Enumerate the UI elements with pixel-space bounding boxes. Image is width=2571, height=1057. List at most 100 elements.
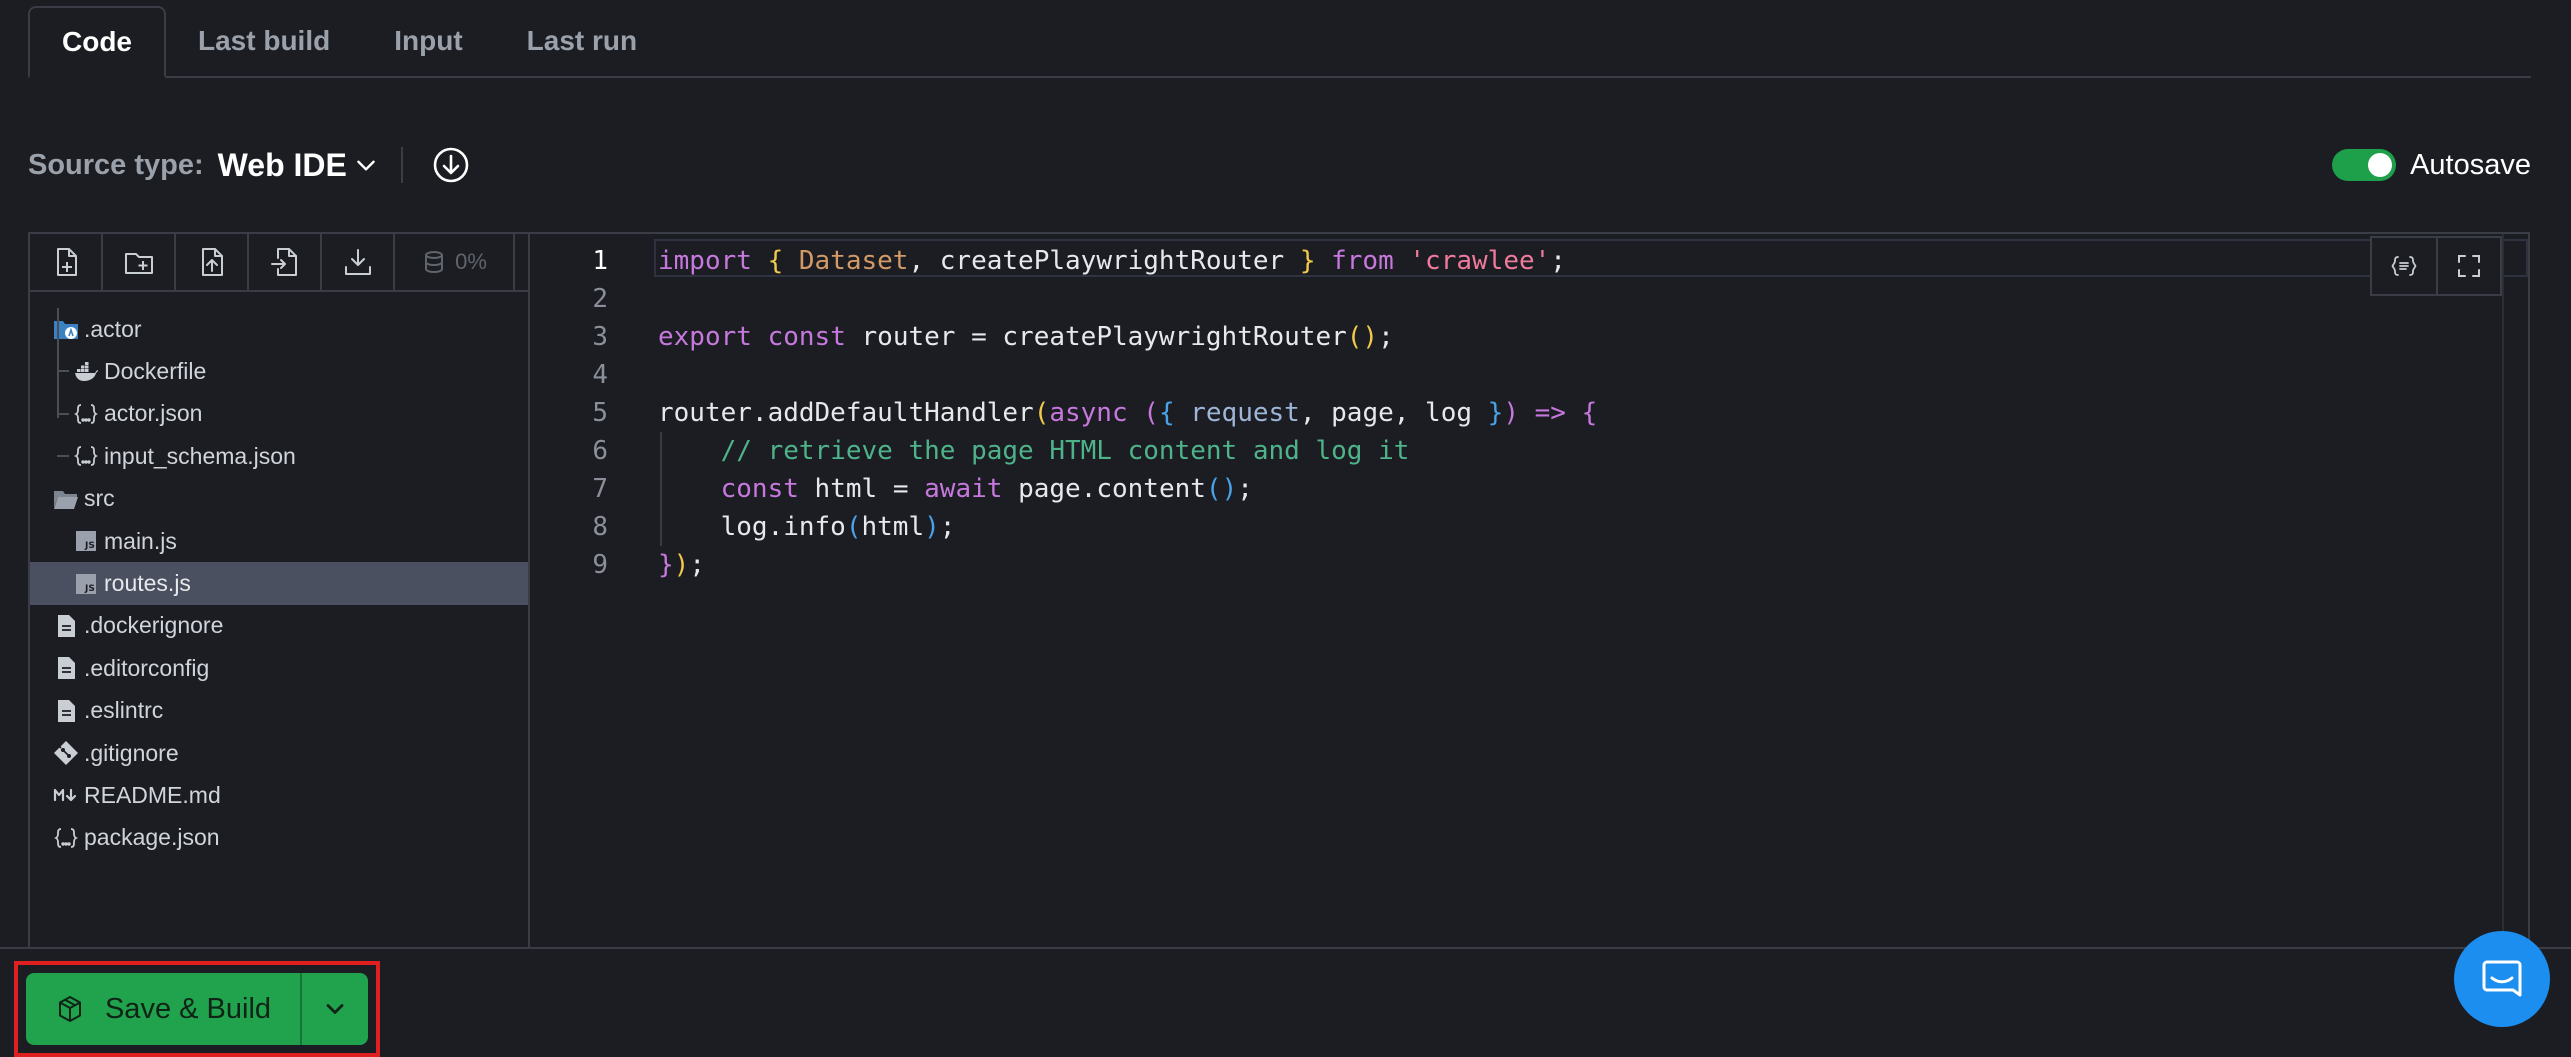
format-button[interactable] (2372, 238, 2436, 294)
source-row: Source type: Web IDE Autosave (28, 140, 2531, 190)
tab-input[interactable]: Input (362, 6, 494, 76)
download-files-button[interactable] (322, 234, 395, 290)
storage-usage-value: 0% (455, 249, 487, 274)
js-file-icon: JS (72, 570, 100, 598)
tree-folder-actor[interactable]: .actor (30, 308, 528, 350)
tree-item-label: src (84, 485, 115, 512)
upload-file-button[interactable] (176, 234, 249, 290)
code-text: }); (658, 550, 705, 580)
tab-bar: Code Last build Input Last run (28, 6, 2531, 78)
code-line: 5 router.addDefaultHandler(async ({ requ… (532, 394, 2528, 432)
tab-code[interactable]: Code (28, 6, 166, 78)
download-circle-icon[interactable] (431, 145, 471, 185)
tree-item-label: .editorconfig (84, 654, 210, 681)
chat-launcher[interactable] (2454, 931, 2550, 1027)
divider (400, 147, 403, 183)
new-folder-button[interactable] (103, 234, 176, 290)
line-number: 1 (592, 246, 608, 276)
line-number: 9 (592, 550, 608, 580)
json-icon (72, 400, 100, 428)
cube-icon (58, 996, 81, 1022)
docker-icon (72, 358, 100, 386)
upload-file-icon (201, 248, 223, 276)
line-number: 4 (592, 360, 608, 390)
tree-item-label: Dockerfile (104, 358, 207, 385)
code-line: 7 const html = await page.content(); (532, 470, 2528, 508)
code-line: 3 export const router = createPlaywright… (532, 318, 2528, 356)
build-options-dropdown[interactable] (300, 973, 368, 1045)
tree-file-input-schema-json[interactable]: input_schema.json (30, 435, 528, 477)
storage-usage: 0% (395, 234, 515, 290)
tree-item-label: main.js (104, 527, 177, 554)
folder-open-icon (52, 485, 80, 513)
tab-last-run[interactable]: Last run (495, 6, 669, 76)
tree-file-dockerignore[interactable]: .dockerignore (30, 605, 528, 647)
source-type-select[interactable]: Web IDE (218, 147, 379, 184)
file-icon (52, 612, 80, 640)
tree-item-label: .gitignore (84, 739, 179, 766)
json-icon (72, 442, 100, 470)
tree-file-readme[interactable]: README.md (30, 774, 528, 816)
editor-tools (2370, 236, 2502, 296)
line-number: 3 (592, 322, 608, 352)
git-icon (52, 739, 80, 767)
vertical-scrollbar[interactable] (2502, 234, 2528, 947)
tree-folder-src[interactable]: src (30, 478, 528, 520)
code-line: 1 import { Dataset, createPlaywrightRout… (532, 242, 2528, 280)
svg-text:JS: JS (84, 584, 95, 594)
tree-file-dockerfile[interactable]: Dockerfile (30, 350, 528, 392)
file-toolbar: 0% (30, 234, 528, 292)
tree-file-eslintrc[interactable]: .eslintrc (30, 690, 528, 732)
save-build-button-group: Save & Build (26, 973, 368, 1045)
tree-file-main-js[interactable]: JS main.js (30, 520, 528, 562)
download-icon (344, 249, 371, 275)
autosave-toggle[interactable] (2332, 149, 2397, 181)
chevron-down-icon (326, 1004, 344, 1014)
tree-item-label: .actor (84, 315, 142, 342)
save-build-button[interactable]: Save & Build (26, 973, 300, 1045)
line-number: 8 (592, 512, 608, 542)
source-type-label: Source type: (28, 148, 204, 181)
file-tree: .actor Dockerfile actor.json input_schem… (30, 292, 528, 859)
tree-guide (57, 308, 59, 418)
new-file-button[interactable] (30, 234, 103, 290)
code-text: const html = await page.content(); (720, 474, 1253, 504)
js-file-icon: JS (72, 527, 100, 555)
code-text: // retrieve the page HTML content and lo… (720, 436, 1410, 466)
code-text: router.addDefaultHandler(async ({ reques… (658, 398, 1598, 428)
source-type-value: Web IDE (217, 146, 347, 183)
code-line: 8 log.info(html); (532, 508, 2528, 546)
tree-file-package-json[interactable]: package.json (30, 817, 528, 859)
line-number: 6 (592, 436, 608, 466)
format-icon (2391, 256, 2417, 276)
import-file-button[interactable] (249, 234, 322, 290)
tree-guide (57, 455, 69, 458)
tree-file-actor-json[interactable]: actor.json (30, 393, 528, 435)
svg-text:JS: JS (84, 541, 95, 551)
new-folder-icon (124, 253, 153, 274)
code-line: 9 }); (532, 546, 2528, 584)
file-icon (52, 697, 80, 725)
code-text: import { Dataset, createPlaywrightRouter… (658, 246, 1566, 276)
tree-item-label: routes.js (104, 570, 191, 597)
json-icon (52, 824, 80, 852)
file-icon (52, 654, 80, 682)
tree-file-gitignore[interactable]: .gitignore (30, 732, 528, 774)
database-icon (425, 251, 444, 274)
tree-item-label: actor.json (104, 400, 203, 427)
editor-frame: 0% .actor Dockerfile actor.json input_sc… (28, 232, 2530, 947)
code-line: 4 (532, 356, 2528, 394)
save-build-label: Save & Build (104, 992, 272, 1025)
autosave-label: Autosave (2410, 148, 2531, 181)
code-editor[interactable]: 1 import { Dataset, createPlaywrightRout… (532, 234, 2528, 947)
tree-file-routes-js[interactable]: JS routes.js (30, 562, 528, 605)
tab-last-build[interactable]: Last build (166, 6, 362, 76)
fullscreen-button[interactable] (2436, 238, 2500, 294)
tree-item-label: .dockerignore (84, 612, 224, 639)
tree-item-label: input_schema.json (104, 442, 296, 469)
tree-item-label: package.json (84, 824, 220, 851)
autosave-control: Autosave (2332, 149, 2531, 182)
tree-file-editorconfig[interactable]: .editorconfig (30, 647, 528, 689)
code-line: 6 // retrieve the page HTML content and … (532, 432, 2528, 470)
tree-item-label: .eslintrc (84, 697, 164, 724)
